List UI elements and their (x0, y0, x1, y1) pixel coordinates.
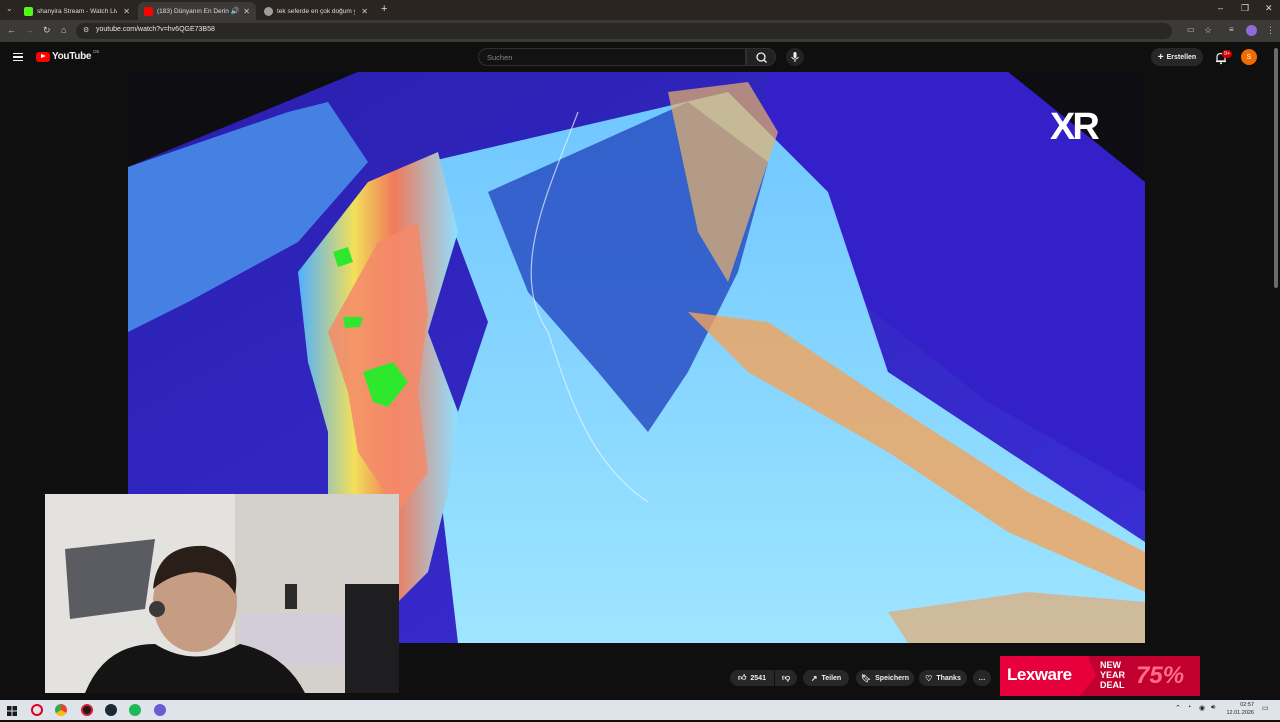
search-icon (756, 52, 767, 63)
tab-close-icon[interactable]: ✕ (361, 7, 368, 16)
like-count: 2541 (750, 674, 766, 682)
opera-icon[interactable] (31, 704, 43, 716)
youtube-favicon-icon (144, 6, 153, 16)
save-label: Speichern (875, 674, 909, 682)
youtube-wordmark: YouTube (52, 51, 92, 62)
tray-date: 12.01.2026 (1226, 710, 1254, 716)
ad-headline: NEW YEAR DEAL (1100, 660, 1125, 690)
browser-toolbar: ← → ↻ ⌂ ⚙ youtube.com/watch?v=hv6QGE73B5… (0, 20, 1280, 42)
profile-avatar-icon[interactable] (1246, 25, 1257, 36)
install-app-icon[interactable]: ▭ (1187, 25, 1195, 34)
ad-headline-line: NEW (1100, 660, 1121, 670)
ad-headline-line: DEAL (1100, 680, 1125, 690)
tab-youtube-video[interactable]: (183) Dünyanın En Derin N... 🔊 ✕ (138, 2, 256, 20)
url-text[interactable]: youtube.com/watch?v=hv6QGE73B58 (96, 26, 215, 33)
tray-speaker-icon[interactable]: 🔊︎ (1211, 704, 1215, 712)
tab-google-search[interactable]: tek seferde en çok doğum yapa ✕ (258, 2, 374, 20)
tab-title: tek seferde en çok doğum yapa (277, 7, 355, 15)
tab-close-icon[interactable]: ✕ (123, 7, 130, 16)
more-dots-icon: … (978, 674, 986, 682)
youtube-logo[interactable]: YouTube DE (36, 49, 100, 62)
microphone-icon (791, 52, 799, 62)
tray-clock[interactable]: 02:57 12.01.2026 (1224, 701, 1254, 717)
tray-chevron-icon[interactable]: ⌃ (1175, 704, 1181, 712)
thumbs-up-icon: 👍︎ (738, 673, 747, 682)
webcam-feed-image (45, 494, 399, 693)
notification-badge: 9+ (1222, 50, 1233, 58)
new-tab-button[interactable]: + (381, 3, 387, 15)
browser-tab-strip: ⌄ shanyira Stream - Watch Live o ✕ (183)… (0, 0, 1280, 20)
browser-menu-icon[interactable]: ⋮ (1266, 25, 1275, 36)
tab-title: (183) Dünyanın En Derin N... (157, 7, 229, 15)
windows-start-icon[interactable] (6, 704, 18, 716)
windows-taskbar (0, 700, 1280, 720)
tray-time: 02:57 (1240, 702, 1254, 708)
plus-icon: + (1157, 51, 1164, 63)
search-button[interactable] (746, 48, 776, 66)
app-purple-icon[interactable] (154, 704, 166, 716)
tab-kick-stream[interactable]: shanyira Stream - Watch Live o ✕ (18, 2, 136, 20)
tab-search-icon[interactable]: ⌄ (6, 4, 13, 13)
like-button[interactable]: 👍︎ 2541 (730, 670, 774, 686)
lexware-ad-banner[interactable]: Lexware NEW YEAR DEAL 75% (1000, 656, 1200, 696)
avatar-letter: S (1246, 53, 1252, 61)
reload-icon[interactable]: ↻ (43, 25, 51, 36)
hamburger-menu-icon[interactable] (13, 53, 23, 61)
bookmark-star-icon[interactable]: ☆ (1204, 25, 1212, 36)
thanks-button[interactable]: ♡ Thanks (919, 670, 967, 686)
search-input[interactable]: Suchen (478, 48, 746, 66)
forward-arrow-icon[interactable]: → (25, 25, 34, 35)
notification-center-icon[interactable]: ▭ (1262, 704, 1269, 712)
google-favicon-icon (264, 6, 273, 16)
more-actions-button[interactable]: … (973, 670, 991, 686)
save-playlist-icon: 🔖︎ (860, 673, 872, 683)
ad-discount: 75% (1136, 662, 1185, 689)
share-label: Teilen (821, 674, 842, 682)
dislike-button[interactable]: 👎︎ (775, 670, 797, 686)
minimize-button[interactable]: – (1218, 3, 1223, 13)
back-arrow-icon[interactable]: ← (7, 25, 16, 35)
page-scrollbar[interactable] (1274, 48, 1278, 288)
speaker-icon[interactable]: 🔊 (231, 7, 240, 15)
tray-network-icon[interactable]: ◔ (1187, 704, 1191, 711)
ad-brand-logo: Lexware (1007, 665, 1072, 684)
tab-title: shanyira Stream - Watch Live o (37, 7, 118, 15)
voice-search-button[interactable] (786, 48, 804, 66)
chrome-icon[interactable] (55, 704, 67, 716)
account-avatar[interactable]: S (1241, 49, 1257, 65)
site-info-icon[interactable]: ⚙ (83, 26, 89, 34)
home-icon[interactable]: ⌂ (61, 25, 66, 35)
app-red-icon[interactable] (81, 704, 93, 716)
create-button[interactable]: + Erstellen (1151, 48, 1203, 66)
webcam-overlay (45, 494, 399, 693)
close-window-button[interactable]: ✕ (1265, 3, 1273, 14)
ad-headline-line: YEAR (1100, 670, 1126, 680)
spotify-icon[interactable] (129, 704, 141, 716)
thumbs-down-icon: 👎︎ (781, 673, 791, 682)
tray-app-icon[interactable]: ◉ (1199, 704, 1205, 712)
address-bar[interactable] (76, 23, 1172, 39)
thanks-label: Thanks (936, 674, 961, 682)
share-arrow-icon: ↗ (810, 673, 818, 683)
youtube-play-icon (36, 51, 50, 62)
tab-close-icon[interactable]: ✕ (243, 7, 250, 16)
thanks-heart-dollar-icon: ♡ (925, 673, 933, 683)
steam-icon[interactable] (105, 704, 117, 716)
maximize-button[interactable]: ❐ (1241, 3, 1249, 14)
kick-favicon-icon (24, 6, 33, 16)
create-label: Erstellen (1166, 53, 1197, 61)
share-button[interactable]: ↗ Teilen (803, 670, 849, 686)
extensions-icon[interactable]: ≡ (1229, 25, 1234, 34)
region-code: DE (93, 49, 100, 54)
save-button[interactable]: 🔖︎ Speichern (856, 670, 914, 686)
channel-watermark: XR (1050, 106, 1100, 148)
